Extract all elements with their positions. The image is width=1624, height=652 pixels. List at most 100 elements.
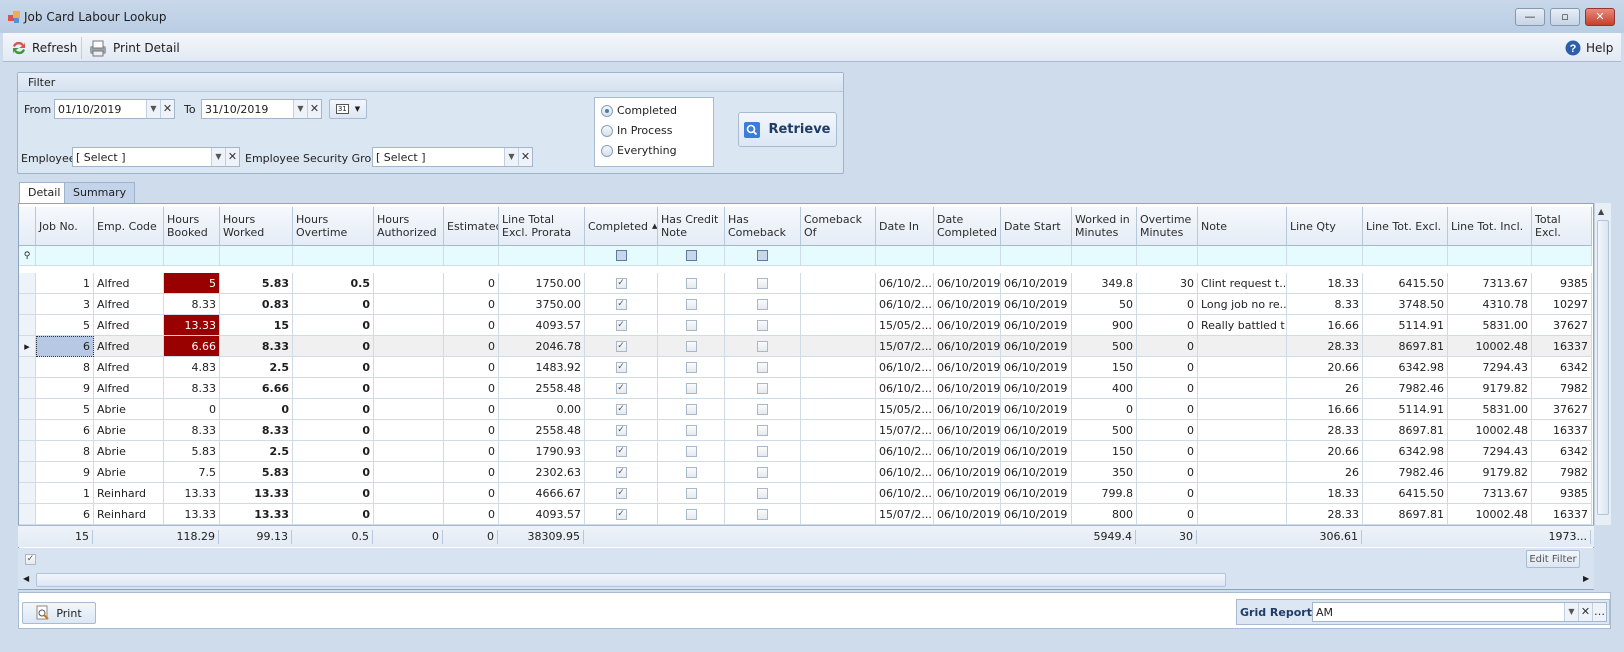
cell-comp[interactable]: ✓ <box>585 420 658 441</box>
cell-dstart[interactable]: 06/10/2019 <box>1001 399 1072 420</box>
cell-lte[interactable]: 8697.81 <box>1363 504 1448 525</box>
cell-hw[interactable]: 13.33 <box>220 504 293 525</box>
cell-om[interactable]: 0 <box>1137 357 1198 378</box>
cell-credit[interactable] <box>658 504 725 525</box>
cell-ho[interactable]: 0 <box>293 378 374 399</box>
column-header-te[interactable]: Total Excl. <box>1532 207 1592 246</box>
cell-credit[interactable] <box>658 273 725 294</box>
cell-comp[interactable]: ✓ <box>585 336 658 357</box>
filter-cell-dcomp[interactable] <box>934 246 1001 266</box>
cell-cbof[interactable] <box>801 315 876 336</box>
row-indicator[interactable] <box>19 504 36 525</box>
scroll-left-icon[interactable]: ◀ <box>23 574 29 583</box>
dropdown-arrow-icon[interactable]: ▼ <box>1564 603 1578 621</box>
cell-cbof[interactable] <box>801 441 876 462</box>
cell-wim[interactable]: 800 <box>1072 504 1137 525</box>
close-button[interactable]: ✕ <box>1585 8 1615 26</box>
cell-te[interactable]: 16337 <box>1532 336 1592 357</box>
cell-wim[interactable]: 349.8 <box>1072 273 1137 294</box>
refresh-button[interactable]: Refresh <box>11 38 77 58</box>
cell-ha[interactable] <box>374 483 444 504</box>
cell-comeback[interactable] <box>725 399 801 420</box>
cell-note[interactable] <box>1198 420 1287 441</box>
cell-credit[interactable] <box>658 294 725 315</box>
cell-comp[interactable]: ✓ <box>585 504 658 525</box>
column-header-lqty[interactable]: Line Qty <box>1287 207 1363 246</box>
cell-job[interactable]: 6 <box>36 504 94 525</box>
table-row[interactable]: 1 Reinhard 13.33 13.33 0 0 4666.67 ✓ 06/10/2... 0… <box>19 483 1592 504</box>
cell-wim[interactable]: 350 <box>1072 462 1137 483</box>
cell-lte[interactable]: 3748.50 <box>1363 294 1448 315</box>
clear-icon[interactable]: ✕ <box>225 148 239 166</box>
help-button[interactable]: ? Help <box>1565 38 1613 58</box>
grid-report-select[interactable]: AM ▼ ✕… <box>1312 602 1607 622</box>
cell-job[interactable]: 6 <box>36 336 94 357</box>
cell-comp[interactable]: ✓ <box>585 399 658 420</box>
cell-lqty[interactable]: 20.66 <box>1287 441 1363 462</box>
current-row-arrow-icon[interactable]: ▸ <box>19 336 36 357</box>
cell-est[interactable]: 0 <box>444 462 499 483</box>
cell-comp[interactable]: ✓ <box>585 357 658 378</box>
column-header-hw[interactable]: Hours Worked <box>220 207 293 246</box>
cell-hw[interactable]: 5.83 <box>220 462 293 483</box>
cell-din[interactable]: 06/10/2... <box>876 273 934 294</box>
column-header-ltp[interactable]: Line Total Excl. Prorata <box>499 207 585 246</box>
cell-lte[interactable]: 6415.50 <box>1363 483 1448 504</box>
filter-cell-ho[interactable] <box>293 246 374 266</box>
cell-dstart[interactable]: 06/10/2019 <box>1001 378 1072 399</box>
cell-hb[interactable]: 8.33 <box>164 420 220 441</box>
cell-est[interactable]: 0 <box>444 483 499 504</box>
filter-cell-te[interactable] <box>1532 246 1592 266</box>
filter-cell-credit[interactable] <box>658 246 725 266</box>
cell-hw[interactable]: 8.33 <box>220 420 293 441</box>
row-indicator[interactable] <box>19 483 36 504</box>
row-indicator[interactable] <box>19 357 36 378</box>
cell-note[interactable] <box>1198 336 1287 357</box>
cell-est[interactable]: 0 <box>444 315 499 336</box>
cell-credit[interactable] <box>658 315 725 336</box>
cell-lti[interactable]: 9179.82 <box>1448 378 1532 399</box>
cell-hw[interactable]: 0.83 <box>220 294 293 315</box>
cell-wim[interactable]: 799.8 <box>1072 483 1137 504</box>
scrollbar-thumb[interactable] <box>36 573 1226 587</box>
cell-cbof[interactable] <box>801 273 876 294</box>
cell-ltp[interactable]: 1483.92 <box>499 357 585 378</box>
filter-cell-note[interactable] <box>1198 246 1287 266</box>
cell-cbof[interactable] <box>801 420 876 441</box>
cell-ltp[interactable]: 4666.67 <box>499 483 585 504</box>
cell-din[interactable]: 06/10/2... <box>876 357 934 378</box>
checked-checkbox[interactable]: ✓ <box>615 508 627 520</box>
cell-note[interactable] <box>1198 483 1287 504</box>
unchecked-checkbox[interactable] <box>757 466 768 478</box>
cell-dstart[interactable]: 06/10/2019 <box>1001 273 1072 294</box>
filter-cell-lte[interactable] <box>1363 246 1448 266</box>
date-range-picker-button[interactable]: 31 ▼ <box>329 99 367 119</box>
column-header-dstart[interactable]: Date Start <box>1001 207 1072 246</box>
status-radio-in-process[interactable]: In Process <box>601 124 672 137</box>
cell-job[interactable]: 5 <box>36 399 94 420</box>
column-header-hb[interactable]: Hours Booked <box>164 207 220 246</box>
column-header-din[interactable]: Date In <box>876 207 934 246</box>
cell-om[interactable]: 0 <box>1137 378 1198 399</box>
checked-checkbox[interactable]: ✓ <box>615 340 627 352</box>
radio-button-icon[interactable] <box>601 104 613 117</box>
checked-checkbox[interactable]: ✓ <box>615 277 627 289</box>
cell-dcomp[interactable]: 06/10/2019 <box>934 378 1001 399</box>
cell-dstart[interactable]: 06/10/2019 <box>1001 294 1072 315</box>
cell-note[interactable] <box>1198 504 1287 525</box>
cell-lqty[interactable]: 28.33 <box>1287 336 1363 357</box>
cell-note[interactable] <box>1198 357 1287 378</box>
unchecked-checkbox[interactable] <box>757 340 768 352</box>
scroll-up-icon[interactable]: ▲ <box>1598 207 1604 216</box>
cell-comeback[interactable] <box>725 420 801 441</box>
cell-cbof[interactable] <box>801 294 876 315</box>
cell-hw[interactable]: 2.5 <box>220 441 293 462</box>
cell-comp[interactable]: ✓ <box>585 273 658 294</box>
column-header-lte[interactable]: Line Tot. Excl. <box>1363 207 1448 246</box>
cell-emp[interactable]: Alfred <box>94 273 164 294</box>
clear-icon[interactable]: ✕ <box>518 148 532 166</box>
unchecked-checkbox[interactable] <box>757 361 768 373</box>
cell-ha[interactable] <box>374 504 444 525</box>
table-row[interactable]: 5 Alfred 13.33 15 0 0 4093.57 ✓ 15/05/2... 06/10/… <box>19 315 1592 336</box>
cell-hb[interactable]: 0 <box>164 399 220 420</box>
